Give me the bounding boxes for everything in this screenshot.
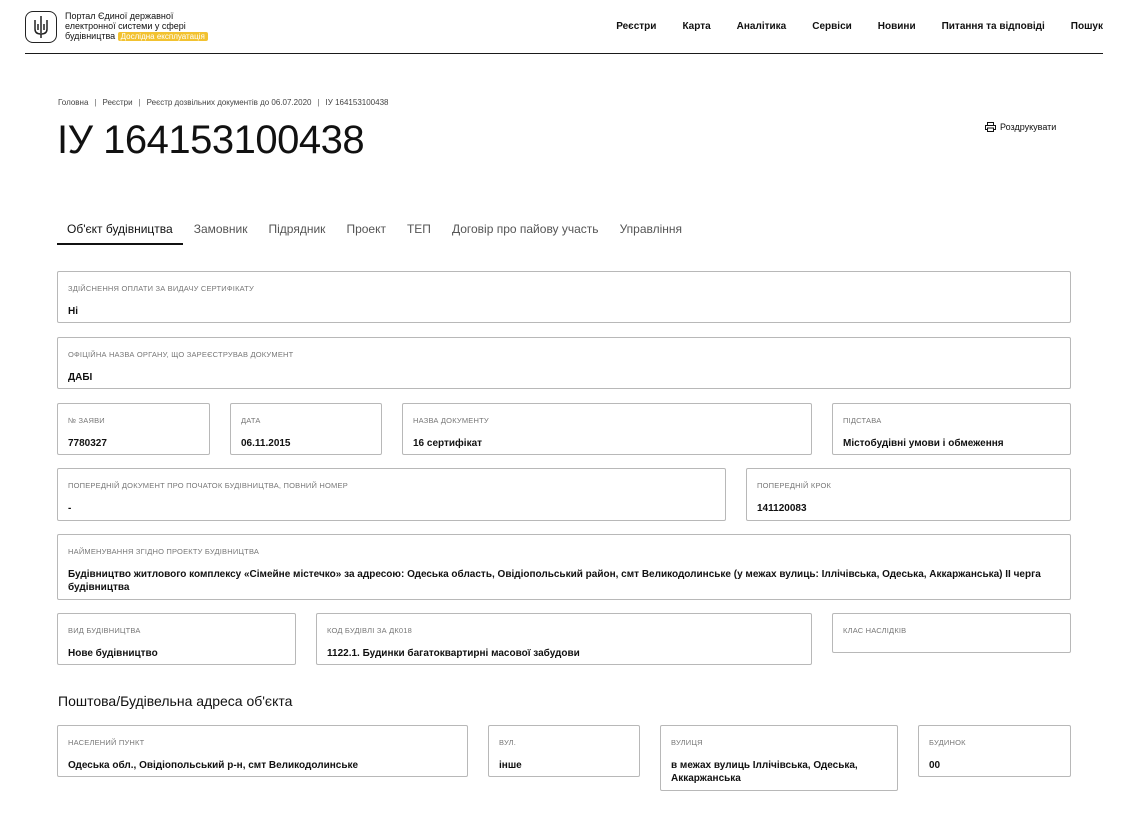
tab-tep[interactable]: ТЕП [397,222,441,245]
field-label: Вид будівництва [68,626,141,635]
field-prev-doc: Попередній документ про початок будівниц… [57,468,726,521]
field-value: 1122.1. Будинки багатоквартирні масової … [327,648,580,659]
nav-faq[interactable]: Питання та відповіді [942,21,1045,32]
field-label: Клас наслідків [843,626,907,635]
field-building-code: Код будівлі за ДК018 1122.1. Будинки баг… [316,613,812,665]
field-house: Будинок 00 [918,725,1071,777]
beta-badge: Дослідна експлуатація [117,32,208,41]
field-value: - [68,503,72,514]
nav-analytics[interactable]: Аналітика [737,21,787,32]
tab-bar: Об'єкт будівництва Замовник Підрядник Пр… [57,222,693,245]
breadcrumb-home[interactable]: Головна [58,98,88,107]
field-label: Попередній документ про початок будівниц… [68,481,348,490]
field-label: Код будівлі за ДК018 [327,626,413,635]
field-value: 7780327 [68,438,107,449]
field-value: 06.11.2015 [241,438,291,449]
page-title: ІУ 164153100438 [57,118,365,162]
field-value: 141120083 [757,503,807,514]
tab-project[interactable]: Проект [336,222,396,245]
field-label: Здійснення оплати за видачу сертифікату [68,284,254,293]
field-payment: Здійснення оплати за видачу сертифікату … [57,271,1071,323]
field-value: ДАБІ [68,372,93,383]
field-label: Назва документу [413,416,489,425]
field-value: Містобудівні умови і обмеження [843,438,1004,449]
breadcrumb-separator: | [138,98,141,107]
field-value: інше [499,760,522,771]
field-date: Дата 06.11.2015 [230,403,382,455]
nav-map[interactable]: Карта [682,21,710,32]
field-value: Будівництво житлового комплексу «Сімейне… [68,569,1041,593]
field-project-name: Найменування згідно проекту будівництва … [57,534,1071,600]
tab-customer[interactable]: Замовник [184,222,258,245]
nav-registries[interactable]: Реєстри [616,21,656,32]
field-value: Ні [68,306,78,317]
print-button[interactable]: Роздрукувати [985,122,1056,132]
tab-management[interactable]: Управління [610,222,692,245]
breadcrumb-current: ІУ 164153100438 [325,98,389,107]
field-value: 00 [929,760,941,771]
field-prev-step: Попередній крок 141120083 [746,468,1071,521]
field-value: 16 сертифікат [413,438,483,449]
breadcrumb-registry[interactable]: Реєстр дозвільних документів до 06.07.20… [147,98,312,107]
tab-contractor[interactable]: Підрядник [259,222,336,245]
field-label: Вул. [499,738,517,747]
tab-object[interactable]: Об'єкт будівництва [57,222,183,245]
field-label: Вулиця [671,738,703,747]
field-consequence-class: Клас наслідків [832,613,1071,653]
brand-title[interactable]: Портал Єдиної державної електронної сист… [65,11,225,42]
field-label: Дата [241,416,261,425]
field-authority: Офіційна назва органу, що зареєстрував д… [57,337,1071,389]
field-doc-name: Назва документу 16 сертифікат [402,403,812,455]
top-header: Портал Єдиної державної електронної сист… [25,0,1103,54]
tab-share-agreement[interactable]: Договір про пайову участь [442,222,609,245]
field-value: Одеська обл., Овідіопольський р-н, смт В… [68,760,359,771]
breadcrumb-registries[interactable]: Реєстри [102,98,132,107]
address-section-title: Поштова/Будівельна адреса об'єкта [58,693,293,709]
nav-search[interactable]: Пошук [1071,21,1103,32]
field-label: Населений пункт [68,738,145,747]
field-label: № заяви [68,416,105,425]
field-application-no: № заяви 7780327 [57,403,210,455]
nav-news[interactable]: Новини [878,21,916,32]
field-label: Найменування згідно проекту будівництва [68,547,260,556]
breadcrumb-separator: | [317,98,320,107]
field-label: Підстава [843,416,882,425]
field-label: Будинок [929,738,966,747]
field-basis: Підстава Містобудівні умови і обмеження [832,403,1071,455]
printer-icon [985,122,996,132]
field-street-type: Вул. інше [488,725,640,777]
field-value: Нове будівництво [68,648,158,659]
breadcrumb: Головна | Реєстри | Реєстр дозвільних до… [58,98,388,107]
field-value: в межах вулиць Іллічівська, Одеська, Акк… [671,760,858,784]
brand-line-1: Портал Єдиної державної [65,11,174,21]
main-nav: Реєстри Карта Аналітика Сервіси Новини П… [590,21,1103,32]
trident-logo-icon[interactable] [25,10,57,43]
brand-line-2: електронної системи у сфері [65,21,186,31]
field-build-type: Вид будівництва Нове будівництво [57,613,296,665]
field-label: Офіційна назва органу, що зареєстрував д… [68,350,294,359]
nav-services[interactable]: Сервіси [812,21,852,32]
brand-line-3: будівництва [65,31,116,41]
field-street: Вулиця в межах вулиць Іллічівська, Одесь… [660,725,898,791]
field-settlement: Населений пункт Одеська обл., Овідіополь… [57,725,468,777]
print-label: Роздрукувати [1000,122,1057,132]
breadcrumb-separator: | [94,98,97,107]
field-label: Попередній крок [757,481,832,490]
